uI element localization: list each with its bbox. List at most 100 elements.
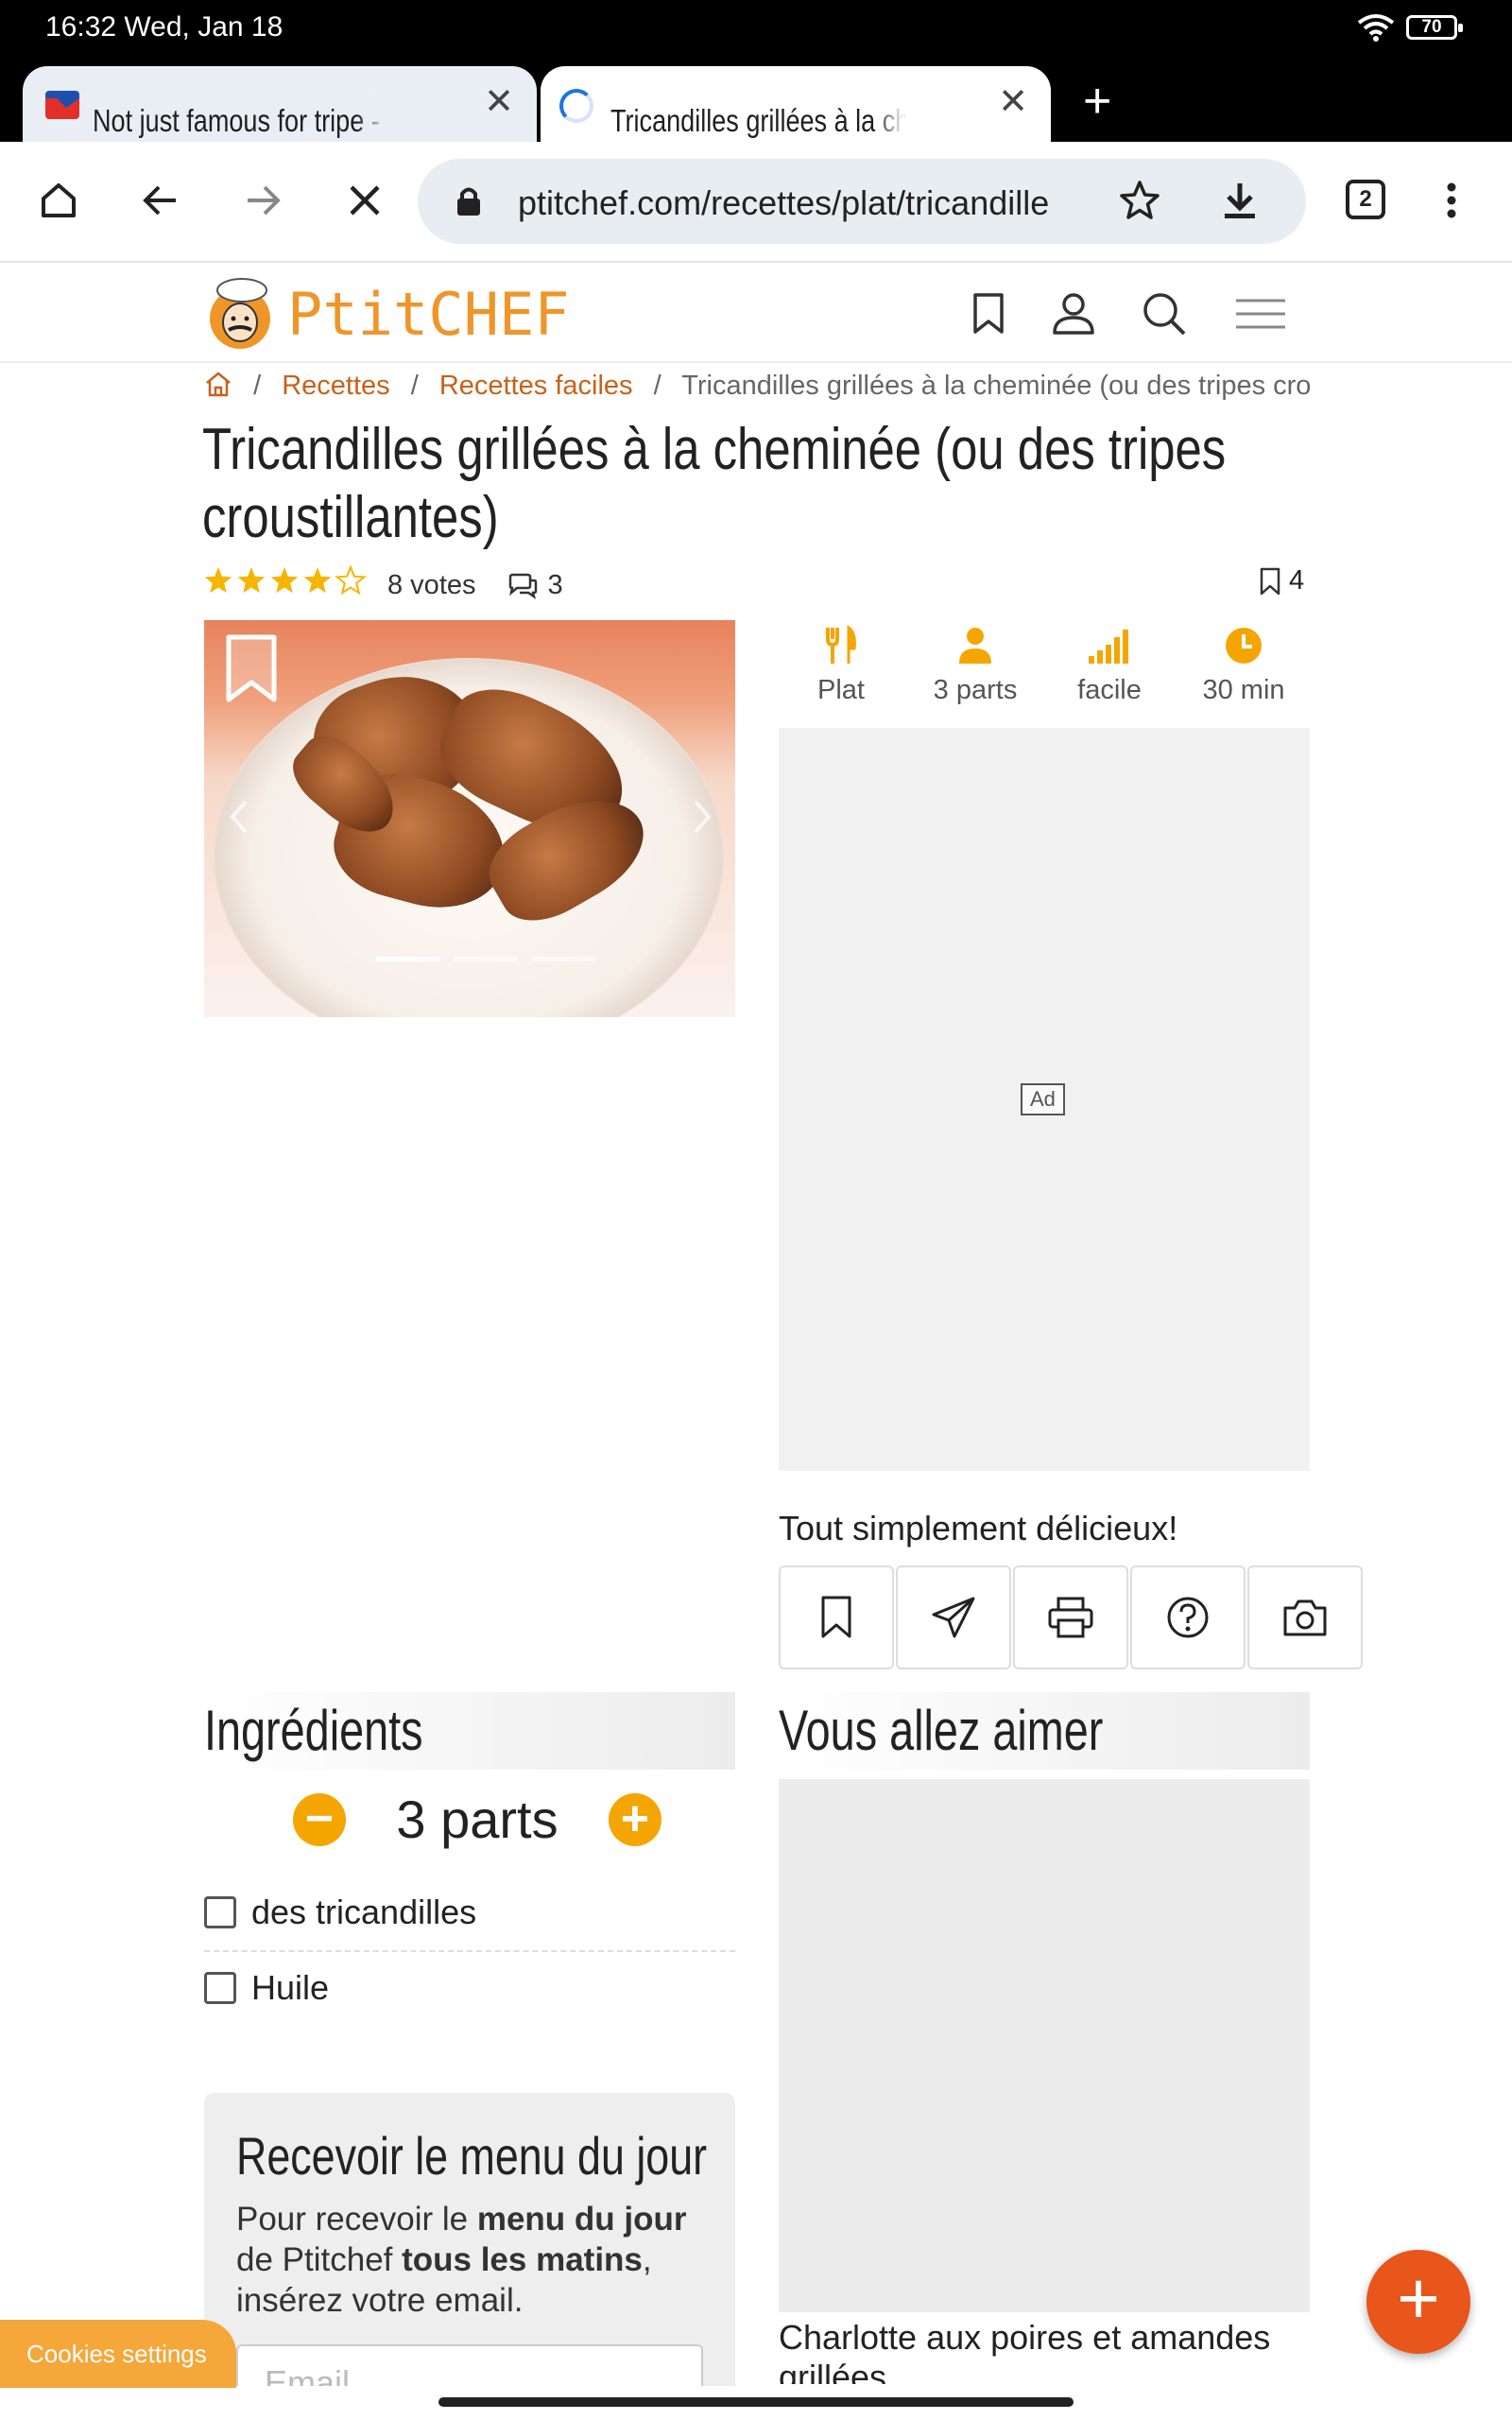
stop-loading-icon[interactable] [335,170,395,231]
url-text: ptitchef.com/recettes/plat/tricandille [518,183,1050,222]
forward-icon[interactable] [232,170,293,231]
breadcrumb-current: Tricandilles grillées à la cheminée (ou … [681,371,1310,401]
address-bar[interactable]: ptitchef.com/recettes/plat/tricandille [418,159,1306,244]
comments-count: 3 [547,570,563,600]
close-tab-icon[interactable]: ✕ [484,83,514,121]
servings-count: 3 parts [396,1789,558,1849]
ingredient-item[interactable]: des tricandilles [204,1876,735,1949]
ingredient-label: Huile [251,1968,330,2007]
add-recipe-fab-button[interactable]: + [1366,2250,1470,2354]
lock-icon[interactable] [455,185,482,222]
recommendations-heading: Vous allez aimer [779,1692,1310,1770]
cookies-settings-button[interactable]: Cookies settings [0,2320,236,2388]
ingredient-item[interactable]: Huile [204,1951,735,2025]
save-photo-bookmark-icon[interactable] [225,633,278,705]
saved-recipes-icon[interactable] [960,285,1017,342]
newsletter-title: Recevoir le menu du jour [236,2126,708,2186]
carousel-dot[interactable] [531,957,595,961]
votes-count: 8 votes [387,570,476,600]
ingredient-checkbox[interactable] [204,1972,236,2004]
servings-stepper: − 3 parts + [293,1789,662,1850]
fork-knife-icon [826,626,856,664]
carousel-next-icon[interactable] [692,800,713,834]
meta-difficulty: facile [1043,620,1176,706]
printer-icon [1048,1597,1093,1638]
ingredients-heading: Ingrédients [204,1692,735,1770]
loading-spinner-icon [559,89,593,123]
decrease-servings-button[interactable]: − [293,1792,346,1846]
clock-icon [1226,628,1262,664]
meta-category: Plat [775,620,907,706]
meta-servings: 3 parts [909,620,1041,706]
camera-icon [1283,1599,1327,1636]
question-icon [1167,1597,1209,1638]
bookmark-icon [1260,567,1280,595]
comments-icon [508,573,537,599]
recipe-image-carousel[interactable] [204,620,735,1017]
download-icon[interactable] [1210,170,1270,231]
site-favicon-icon [45,91,79,119]
saves-count-link[interactable]: 4 [1259,565,1304,596]
back-icon[interactable] [130,170,191,231]
comments-link[interactable]: 3 [505,570,563,601]
bookmark-icon [821,1596,851,1638]
star-empty-icon [335,564,367,596]
recipe-title: Tricandilles grillées à la cheminée (ou … [202,417,1227,550]
recommended-recipe-image[interactable] [779,1779,1310,2312]
share-recipe-button[interactable] [896,1565,1011,1669]
ingredient-checkbox[interactable] [204,1896,236,1928]
browser-tab-2[interactable]: Tricandilles grillées à la chemin ✕ [541,66,1051,155]
newsletter-text-part: Pour recevoir le [236,2201,477,2238]
breadcrumb-link[interactable]: Recettes faciles [439,371,633,401]
meta-category-label: Plat [817,675,865,705]
ingredients-heading-text: Ingrédients [204,1699,423,1762]
carousel-prev-icon[interactable] [229,800,249,834]
user-account-icon[interactable] [1045,285,1102,342]
home-icon[interactable] [28,170,89,231]
recipe-tagline: Tout simplement délicieux! [779,1509,1178,1547]
meta-time-label: 30 min [1202,675,1285,705]
newsletter-text-bold: tous les matins [402,2241,643,2278]
status-time: 16:32 Wed, Jan 18 [45,11,284,43]
recommended-recipe-title[interactable]: Charlotte aux poires et amandes grillées [779,2318,1346,2384]
add-photo-button[interactable] [1247,1565,1363,1669]
send-icon [932,1597,975,1638]
ask-question-button[interactable] [1130,1565,1246,1669]
save-recipe-button[interactable] [779,1565,894,1669]
carousel-dot[interactable] [454,957,518,961]
meta-time: 30 min [1177,620,1310,706]
tab-switcher-button[interactable]: 2 [1346,180,1385,219]
status-bar: 16:32 Wed, Jan 18 70 [0,0,1512,57]
close-tab-icon[interactable]: ✕ [998,83,1028,121]
site-logo[interactable]: PtitCHEF [202,274,570,354]
carousel-dot[interactable] [376,957,440,961]
carousel-indicators [376,957,595,961]
recipe-actions [779,1565,1363,1669]
ingredient-label: des tricandilles [251,1893,477,1931]
search-icon[interactable] [1136,285,1193,342]
print-recipe-button[interactable] [1013,1565,1128,1669]
increase-servings-button[interactable]: + [608,1792,662,1846]
chef-logo-icon [210,278,270,349]
advertisement[interactable]: Ad [779,728,1310,1471]
browser-toolbar: ptitchef.com/recettes/plat/tricandille 2 [0,142,1512,263]
bookmark-star-icon[interactable] [1117,178,1162,228]
battery-level: 70 [1421,17,1442,37]
new-tab-icon[interactable]: + [1083,77,1111,126]
site-header: PtitCHEF [0,265,1512,363]
browser-tab-1[interactable]: Not just famous for tripe - Cult ✕ [23,66,537,155]
menu-icon[interactable] [1232,285,1289,342]
ad-label: Ad [1021,1083,1065,1115]
gesture-bar [438,2397,1074,2407]
recommendations-heading-text: Vous allez aimer [779,1699,1104,1762]
tab-strip: Not just famous for tripe - Cult ✕ Trica… [0,57,1512,155]
meta-difficulty-label: facile [1077,675,1142,705]
home-breadcrumb-icon[interactable] [204,371,240,401]
breadcrumb-link[interactable]: Recettes [282,371,389,401]
star-filled-icon [270,567,299,594]
rating-stars [202,564,372,606]
recipe-rating[interactable]: 8 votes 3 [202,564,563,606]
more-options-icon[interactable] [1421,170,1482,231]
star-filled-icon [303,567,332,594]
brand-name: PtitCHEF [287,279,570,349]
